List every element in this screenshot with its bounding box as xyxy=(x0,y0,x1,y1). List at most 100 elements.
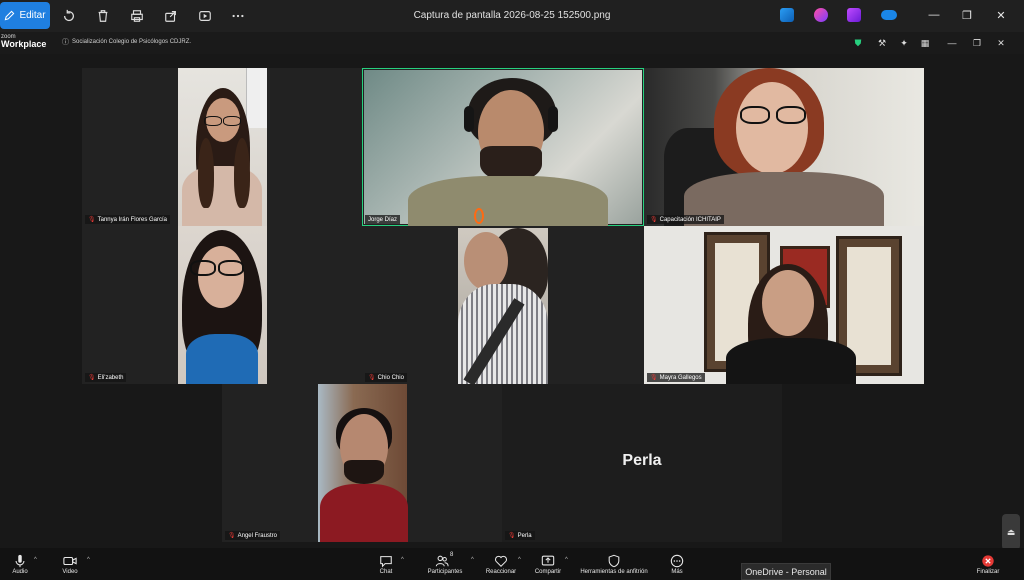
participant-tile[interactable]: 🎙︎ Chio Chio xyxy=(362,226,644,384)
tools-icon[interactable]: ⚒ xyxy=(876,37,888,49)
meeting-name: Socialización Colegio de Psicólogos CDJR… xyxy=(72,39,192,45)
ellipsis-icon xyxy=(232,14,244,18)
host-tools-button[interactable]: Herramientas de anfitrión xyxy=(574,550,654,578)
chat-bubble-icon xyxy=(380,555,392,568)
participant-display-name: Perla xyxy=(622,452,662,469)
shield-icon[interactable]: ⛊ xyxy=(852,37,864,49)
participant-tile-active-speaker[interactable]: Jorge Díaz xyxy=(362,68,644,226)
more-button[interactable]: Más xyxy=(646,550,708,578)
participant-nametag: 🎙︎ Capacitación ICHITAIP xyxy=(647,215,724,224)
participant-name: Eli'zabeth xyxy=(97,374,124,381)
close-icon: ✕ xyxy=(996,9,1006,22)
minimize-button[interactable]: — xyxy=(923,6,945,24)
share-icon xyxy=(165,11,176,22)
people-icon xyxy=(435,555,449,566)
more-label: Más xyxy=(671,568,683,575)
participant-nametag: 🎙︎ Angel Fraustro xyxy=(225,531,280,540)
zoom-close-button[interactable]: ✕ xyxy=(995,37,1007,49)
zoom-restore-button[interactable]: ❐ xyxy=(971,37,983,49)
host-shield-icon xyxy=(608,554,620,567)
chat-label: Chat xyxy=(379,568,393,575)
microphone-icon xyxy=(15,554,25,567)
side-panel-handle[interactable]: ⏏ xyxy=(1002,514,1020,550)
share-button[interactable] xyxy=(162,7,180,25)
chat-options-caret[interactable]: ^ xyxy=(401,557,404,563)
participant-video xyxy=(178,68,267,226)
participants-label: Participantes xyxy=(427,568,463,575)
panel-toggle-icon: ⏏ xyxy=(1006,526,1016,537)
react-label: Reaccionar xyxy=(485,568,517,575)
participant-name: Jorge Díaz xyxy=(368,216,398,223)
participants-count: 8 xyxy=(450,551,454,558)
share-screen-button[interactable]: Compartir xyxy=(517,550,579,578)
end-meeting-button[interactable]: Finalizar xyxy=(957,550,1019,578)
participant-tile[interactable]: 🎙︎ Eli'zabeth xyxy=(82,226,362,384)
participant-tile[interactable]: 🎙︎ Mayra Gallegos xyxy=(644,226,924,384)
meeting-info[interactable]: ⓘ Socialización Colegio de Psicólogos CD… xyxy=(62,37,191,47)
more-options-button[interactable] xyxy=(229,7,247,25)
minimize-icon: — xyxy=(928,9,940,21)
more-ellipsis-icon xyxy=(670,554,684,567)
rotate-button[interactable] xyxy=(60,7,78,25)
muted-mic-icon: 🎙︎ xyxy=(88,375,96,381)
video-editor-app-icon[interactable] xyxy=(847,8,861,22)
participant-nametag: Jorge Díaz xyxy=(365,215,401,224)
participant-name: Chio Chio xyxy=(377,374,404,381)
slideshow-button[interactable] xyxy=(196,7,214,25)
close-button[interactable]: ✕ xyxy=(990,6,1012,24)
share-options-caret[interactable]: ^ xyxy=(565,557,568,563)
participants-button[interactable]: 8 Participantes xyxy=(414,550,476,578)
host-tools-label: Herramientas de anfitrión xyxy=(580,568,648,575)
end-x-icon xyxy=(982,554,994,567)
zoom-logo: zoom Workplace xyxy=(1,34,46,49)
participant-video xyxy=(644,226,924,384)
participant-tile[interactable]: 🎙︎ Tannya Irán Flores García xyxy=(82,68,362,226)
audio-options-caret[interactable]: ^ xyxy=(34,557,37,563)
rotate-icon xyxy=(64,9,74,22)
participant-video xyxy=(458,228,548,384)
participant-name: Perla xyxy=(517,532,532,539)
edit-button-label: Editar xyxy=(19,10,46,21)
onedrive-tooltip: OneDrive - Personal xyxy=(741,563,831,580)
designer-app-icon[interactable] xyxy=(780,8,794,22)
participant-nametag: 🎙︎ Perla xyxy=(505,531,535,540)
participant-video xyxy=(364,70,642,226)
muted-mic-icon: 🎙︎ xyxy=(650,217,658,223)
delete-button[interactable] xyxy=(94,7,112,25)
zoom-minimize-button[interactable]: — xyxy=(946,37,958,49)
play-icon xyxy=(199,11,211,21)
video-camera-icon xyxy=(63,556,77,565)
restore-icon: ❐ xyxy=(962,9,972,22)
participant-name: Mayra Gallegos xyxy=(659,374,702,381)
heart-icon xyxy=(495,555,507,567)
print-button[interactable] xyxy=(128,7,146,25)
onedrive-cloud-icon[interactable] xyxy=(881,10,897,20)
muted-mic-icon: 🎙︎ xyxy=(368,375,376,381)
muted-mic-icon: 🎙︎ xyxy=(88,217,96,223)
muted-mic-icon: 🎙︎ xyxy=(228,533,236,539)
participant-nametag: 🎙︎ Chio Chio xyxy=(365,373,407,382)
muted-mic-icon: 🎙︎ xyxy=(650,375,658,381)
view-grid-icon[interactable]: ▦ xyxy=(919,37,931,49)
participant-nametag: 🎙︎ Eli'zabeth xyxy=(85,373,127,382)
video-options-caret[interactable]: ^ xyxy=(87,557,90,563)
video-button[interactable]: Video xyxy=(39,550,101,578)
end-label: Finalizar xyxy=(976,568,1000,575)
audio-label: Audio xyxy=(12,568,28,575)
edit-button[interactable]: Editar xyxy=(0,2,50,29)
restore-button[interactable]: ❐ xyxy=(956,6,978,24)
pencil-icon xyxy=(5,10,15,21)
participant-video xyxy=(644,68,924,226)
printer-icon xyxy=(131,10,143,22)
participant-tile[interactable]: 🎙︎ Capacitación ICHITAIP xyxy=(644,68,924,226)
participant-tile[interactable]: 🎙︎ Angel Fraustro xyxy=(222,384,502,542)
participant-name: Tannya Irán Flores García xyxy=(97,216,167,223)
video-label: Video xyxy=(62,568,78,575)
participant-video xyxy=(178,226,267,384)
trash-icon xyxy=(98,10,108,22)
ai-sparkle-icon[interactable]: ✦ xyxy=(898,37,910,49)
clipchamp-app-icon[interactable] xyxy=(814,8,828,22)
chat-button[interactable]: Chat xyxy=(355,550,417,578)
participant-nametag: 🎙︎ Tannya Irán Flores García xyxy=(85,215,170,224)
participant-tile-video-off[interactable]: Perla 🎙︎ Perla xyxy=(502,384,782,542)
